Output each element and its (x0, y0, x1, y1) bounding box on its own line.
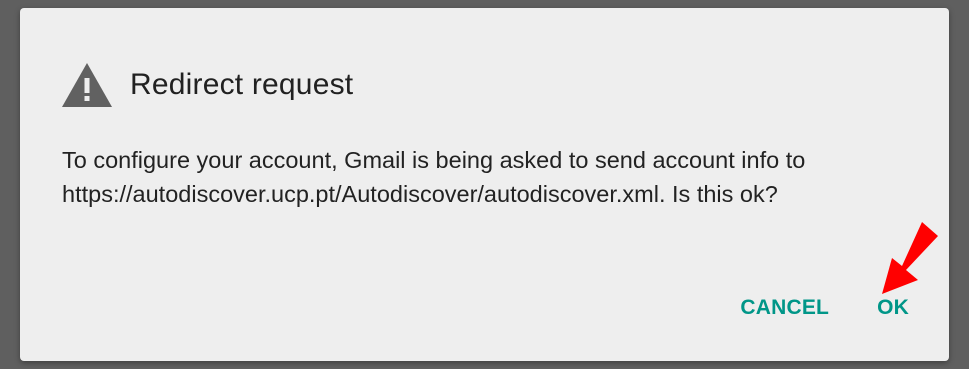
dialog-title-row: Redirect request (60, 58, 353, 112)
dialog-title: Redirect request (130, 68, 354, 101)
cancel-button[interactable]: CANCEL (740, 296, 829, 320)
redirect-request-dialog: Redirect request To configure your accou… (20, 8, 949, 361)
dialog-message: To configure your account, Gmail is bein… (62, 147, 806, 207)
red-arrow-icon (868, 218, 942, 298)
ok-button[interactable]: OK (877, 296, 909, 320)
warning-icon (60, 61, 114, 109)
